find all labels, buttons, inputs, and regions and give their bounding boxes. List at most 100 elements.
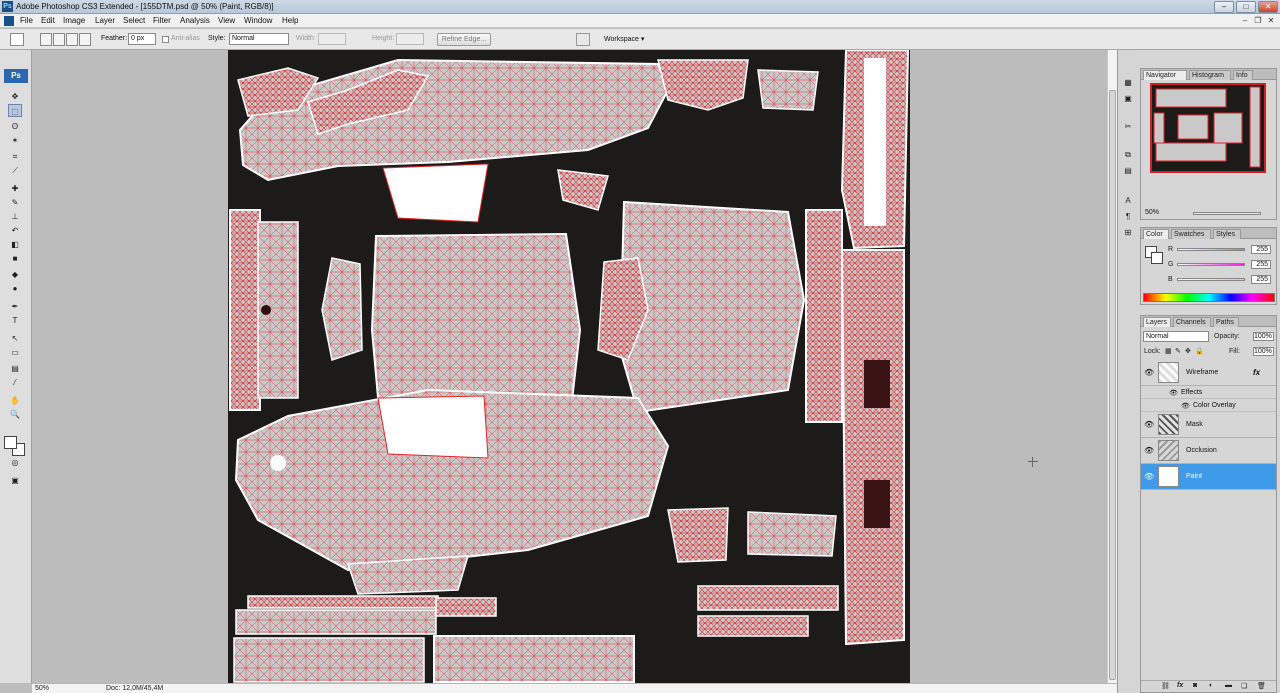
layer-row-paint[interactable]: 👁 Paint [1141,464,1276,490]
channel-value-b[interactable]: 255 [1251,275,1271,284]
blur-tool[interactable]: ◆ [8,268,22,281]
info-dock-icon[interactable]: ⊞ [1121,226,1135,239]
new-selection-icon[interactable] [40,33,52,46]
adjustment-layer-icon[interactable]: ◐ [1209,682,1213,689]
foreground-color-swatch[interactable] [4,436,17,449]
tab-channels[interactable]: Channels [1173,317,1211,327]
layer-row-wireframe[interactable]: 👁 Wireframe fx [1141,360,1276,386]
tab-info[interactable]: Info [1233,70,1253,80]
effects-eye-icon[interactable]: 👁 [1169,389,1178,397]
scrollbar-thumb[interactable] [1109,90,1116,680]
bridge-icon[interactable] [576,33,590,46]
lock-position-icon[interactable]: ✥ [1185,347,1191,355]
character-dock-icon[interactable]: A [1121,194,1135,207]
menu-window[interactable]: Window [244,16,272,25]
pen-tool[interactable]: ✒ [8,300,22,313]
tab-swatches[interactable]: Swatches [1171,229,1211,239]
quick-mask-icon[interactable]: ◎ [8,456,22,469]
lock-pixels-icon[interactable]: ✎ [1175,347,1181,355]
new-layer-icon[interactable]: ❏ [1241,682,1247,690]
tab-navigator[interactable]: Navigator [1143,70,1187,80]
color-overlay-row[interactable]: 👁 Color Overlay [1141,399,1276,412]
menu-view[interactable]: View [218,16,235,25]
path-select-tool[interactable]: ↖ [8,332,22,345]
vertical-scrollbar[interactable] [1107,50,1117,683]
tab-layers[interactable]: Layers [1143,317,1171,327]
navigator-thumbnail[interactable] [1150,83,1266,173]
zoom-tool[interactable]: 🔍 [8,408,22,421]
layer-name[interactable]: Occlusion [1186,447,1217,454]
layer-name[interactable]: Mask [1186,421,1203,428]
lock-all-icon[interactable]: 🔒 [1195,347,1204,355]
magic-wand-tool[interactable]: ✶ [8,134,22,147]
menu-select[interactable]: Select [123,16,145,25]
channel-slider-g[interactable] [1177,263,1245,266]
antialias-checkbox[interactable] [162,36,169,43]
menu-help[interactable]: Help [282,16,298,25]
menu-edit[interactable]: Edit [41,16,55,25]
add-style-icon[interactable]: fx [1177,682,1183,689]
type-tool[interactable]: T [8,314,22,327]
clone-dock-icon[interactable]: ⧉ [1121,148,1135,161]
color-overlay-eye-icon[interactable]: 👁 [1181,402,1190,410]
marquee-tool[interactable]: ⬚ [8,104,22,117]
move-tool[interactable]: ✥ [8,90,22,103]
tab-histogram[interactable]: Histogram [1189,70,1231,80]
layer-name[interactable]: Wireframe [1186,369,1218,376]
layers-comp-dock-icon[interactable]: ▤ [1121,164,1135,177]
fill-input[interactable]: 100% [1253,347,1274,356]
channel-slider-r[interactable] [1177,248,1245,251]
refine-edge-button[interactable]: Refine Edge... [437,33,491,46]
paragraph-dock-icon[interactable]: ¶ [1121,210,1135,223]
color-spectrum-bar[interactable] [1143,293,1275,302]
link-layers-icon[interactable]: ⛓ [1161,682,1170,690]
style-select[interactable]: Normal [229,33,289,45]
layer-effects-row[interactable]: 👁 Effects [1141,386,1276,399]
layer-row-mask[interactable]: 👁 Mask [1141,412,1276,438]
brush-tool[interactable]: ✎ [8,196,22,209]
doc-close-button[interactable]: ✕ [1266,16,1276,26]
minimize-button[interactable]: – [1214,1,1234,13]
menu-layer[interactable]: Layer [95,16,115,25]
menu-image[interactable]: Image [63,16,85,25]
status-doc-info[interactable]: Doc: 12,0M/45,4M [106,685,163,692]
tool-preset-picker[interactable] [10,33,24,46]
healing-tool[interactable]: ✚ [8,182,22,195]
layer-name[interactable]: Paint [1186,473,1202,480]
intersect-selection-icon[interactable] [79,33,91,46]
stamp-tool[interactable]: ⊥ [8,210,22,223]
add-mask-icon[interactable]: ◙ [1193,682,1197,689]
visibility-eye-icon[interactable]: 👁 [1144,420,1154,429]
new-group-icon[interactable]: ▬ [1225,682,1232,689]
shape-tool[interactable]: ▭ [8,346,22,359]
gradient-tool[interactable]: ■ [8,252,22,265]
crop-tool[interactable]: ⌗ [8,150,22,163]
channel-value-r[interactable]: 255 [1251,245,1271,254]
menu-analysis[interactable]: Analysis [180,16,210,25]
dodge-tool[interactable]: ● [8,282,22,295]
slice-tool[interactable]: ⟋ [8,164,22,177]
width-input[interactable] [318,33,346,45]
lock-transparency-icon[interactable]: ▦ [1165,347,1172,355]
height-input[interactable] [396,33,424,45]
eraser-tool[interactable]: ◧ [8,238,22,251]
histogram-dock-icon[interactable]: ▣ [1121,92,1135,105]
opacity-input[interactable]: 100% [1253,332,1274,341]
color-bg-swatch[interactable] [1151,252,1163,264]
doc-minimize-button[interactable]: – [1240,16,1250,26]
document-icon[interactable] [4,16,14,26]
tab-styles[interactable]: Styles [1213,229,1241,239]
tab-paths[interactable]: Paths [1213,317,1239,327]
navigator-zoom-value[interactable]: 50% [1145,209,1159,216]
subtract-selection-icon[interactable] [66,33,78,46]
status-zoom[interactable]: 50% [35,685,49,692]
menu-file[interactable]: File [20,16,33,25]
screen-mode-icon[interactable]: ▣ [8,474,22,487]
maximize-button[interactable]: □ [1236,1,1256,13]
channel-slider-b[interactable] [1177,278,1245,281]
navigator-dock-icon[interactable]: ▦ [1121,76,1135,89]
workspace-menu[interactable]: Workspace ▾ [604,35,644,43]
tab-color[interactable]: Color [1143,229,1169,239]
visibility-eye-icon[interactable]: 👁 [1144,472,1154,481]
doc-restore-button[interactable]: ❐ [1253,16,1263,26]
